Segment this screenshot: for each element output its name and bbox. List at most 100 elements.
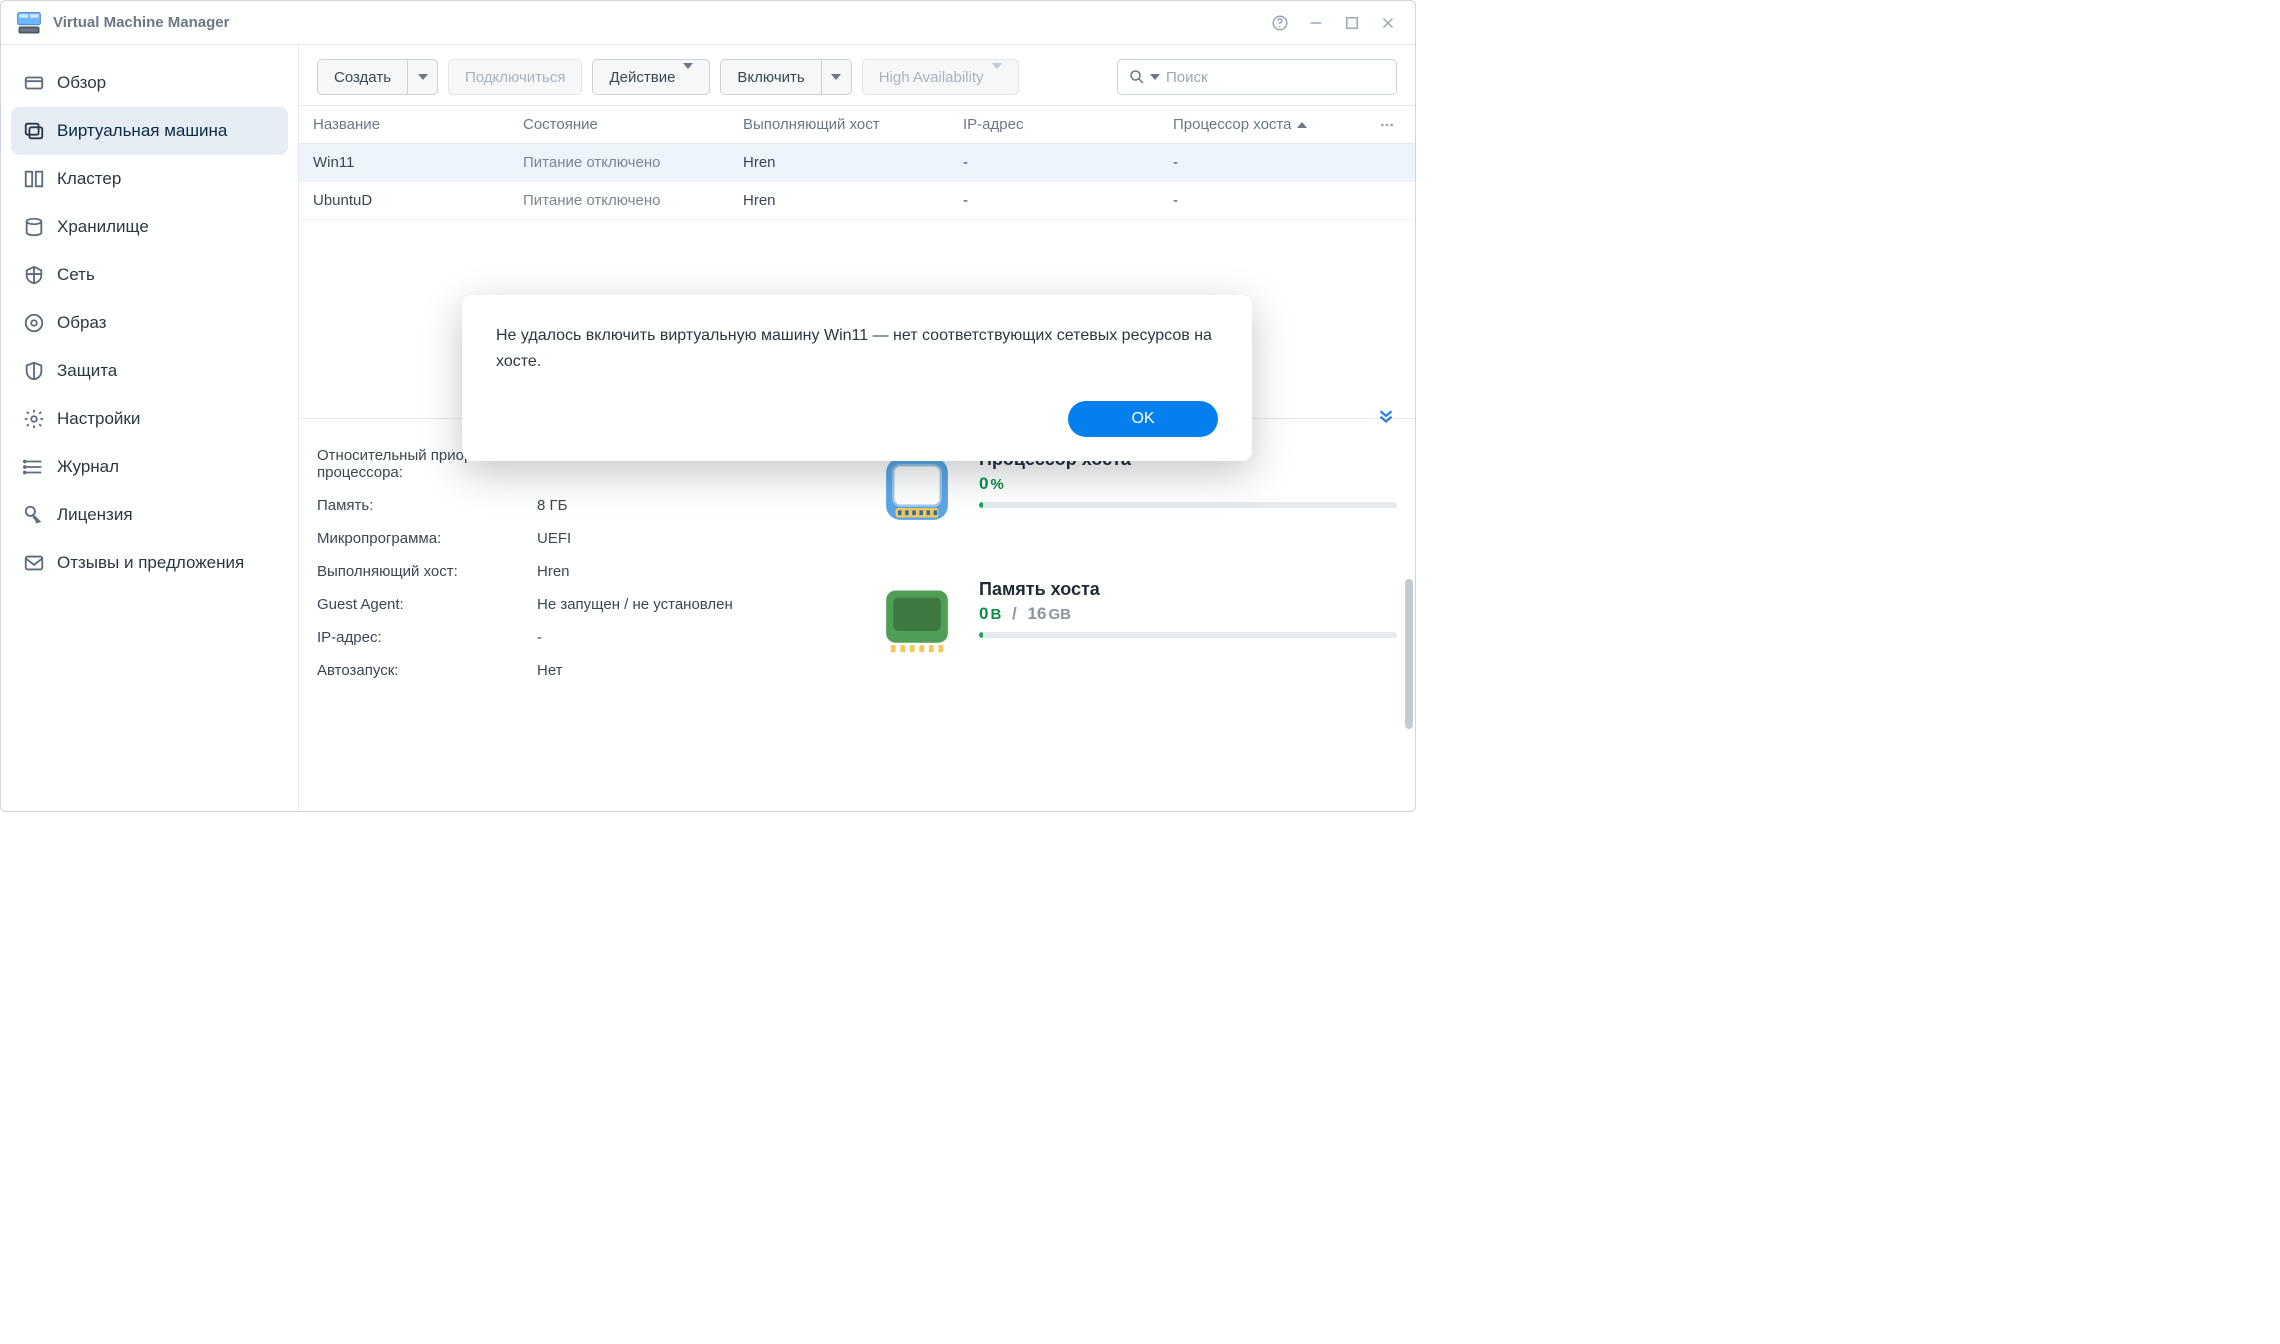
caret-down-icon — [992, 69, 1002, 86]
th-cpu-label: Процессор хоста — [1173, 116, 1291, 133]
sort-asc-icon — [1297, 122, 1307, 128]
sidebar: Обзор Виртуальная машина Кластер Хранили… — [1, 45, 299, 811]
create-button-group: Создать — [317, 59, 438, 95]
prop-key: Guest Agent: — [317, 596, 537, 613]
sidebar-item-overview[interactable]: Обзор — [11, 59, 288, 107]
cell-host: Hren — [743, 154, 963, 171]
vm-table: Название Состояние Выполняющий хост IP-а… — [299, 105, 1415, 220]
sidebar-item-virtual-machine[interactable]: Виртуальная машина — [11, 107, 288, 155]
th-cpu[interactable]: Процессор хоста — [1173, 116, 1373, 133]
memory-icon — [877, 579, 957, 659]
vm-properties: Относительный приоритет процессора:Обычн… — [317, 439, 837, 687]
prop-value: - — [537, 629, 837, 646]
sidebar-item-license[interactable]: Лицензия — [11, 491, 288, 539]
caret-down-icon — [683, 69, 693, 86]
stat-cpu: Процессор хоста 0% — [877, 449, 1397, 529]
sidebar-item-network[interactable]: Сеть — [11, 251, 288, 299]
prop-key: Память: — [317, 497, 537, 514]
prop-value: Hren — [537, 563, 837, 580]
ha-label: High Availability — [879, 69, 984, 86]
cell-cpu: - — [1173, 154, 1373, 171]
caret-down-icon — [418, 74, 428, 80]
scrollbar-thumb[interactable] — [1405, 579, 1413, 729]
app-title: Virtual Machine Manager — [53, 14, 229, 31]
table-row[interactable]: UbuntuD Питание отключено Hren - - — [299, 182, 1415, 220]
stat-progress — [979, 502, 1397, 508]
stat-label: Память хоста — [979, 579, 1397, 600]
main-panel: Создать Подключиться Действие Включить H… — [299, 45, 1415, 811]
poweron-dropdown-toggle[interactable] — [822, 59, 852, 95]
search-box[interactable] — [1117, 59, 1397, 95]
dialog-message: Не удалось включить виртуальную машину W… — [496, 323, 1218, 374]
vm-details-panel: Относительный приоритет процессора:Обычн… — [299, 418, 1415, 707]
create-dropdown-toggle[interactable] — [408, 59, 438, 95]
sidebar-item-label: Сеть — [57, 265, 95, 285]
app-window: Virtual Machine Manager Обзор Виртуальна… — [0, 0, 1416, 812]
sidebar-item-protection[interactable]: Защита — [11, 347, 288, 395]
poweron-button[interactable]: Включить — [720, 59, 821, 95]
cell-state: Питание отключено — [523, 154, 743, 171]
action-button[interactable]: Действие — [592, 59, 710, 95]
stat-progress — [979, 632, 1397, 638]
sidebar-item-label: Обзор — [57, 73, 106, 93]
table-columns-menu[interactable] — [1373, 117, 1401, 133]
help-button[interactable] — [1267, 10, 1293, 36]
prop-key: Выполняющий хост: — [317, 563, 537, 580]
sidebar-item-feedback[interactable]: Отзывы и предложения — [11, 539, 288, 587]
poweron-button-group: Включить — [720, 59, 851, 95]
th-name[interactable]: Название — [313, 116, 523, 133]
ha-button: High Availability — [862, 59, 1019, 95]
cell-ip: - — [963, 154, 1173, 171]
action-label: Действие — [609, 69, 675, 86]
stat-value: 0% — [979, 474, 1397, 494]
th-host[interactable]: Выполняющий хост — [743, 116, 963, 133]
stat-value: 0B / 16GB — [979, 604, 1397, 624]
prop-value: UEFI — [537, 530, 837, 547]
prop-value: 8 ГБ — [537, 497, 837, 514]
close-button[interactable] — [1375, 10, 1401, 36]
sidebar-item-log[interactable]: Журнал — [11, 443, 288, 491]
th-state[interactable]: Состояние — [523, 116, 743, 133]
th-ip[interactable]: IP-адрес — [963, 116, 1173, 133]
app-icon — [15, 9, 43, 37]
prop-key: Микропрограмма: — [317, 530, 537, 547]
connect-button: Подключиться — [448, 59, 582, 95]
sidebar-item-label: Виртуальная машина — [57, 121, 227, 141]
create-button[interactable]: Создать — [317, 59, 408, 95]
sidebar-item-label: Лицензия — [57, 505, 133, 525]
stat-memory: Память хоста 0B / 16GB — [877, 579, 1397, 659]
search-icon — [1128, 68, 1146, 86]
sidebar-item-cluster[interactable]: Кластер — [11, 155, 288, 203]
sidebar-item-label: Защита — [57, 361, 117, 381]
prop-key: IP-адрес: — [317, 629, 537, 646]
caret-down-icon — [831, 74, 841, 80]
minimize-button[interactable] — [1303, 10, 1329, 36]
search-input[interactable] — [1166, 69, 1386, 86]
cell-state: Питание отключено — [523, 192, 743, 209]
cell-ip: - — [963, 192, 1173, 209]
cell-name: Win11 — [313, 154, 523, 171]
table-row[interactable]: Win11 Питание отключено Hren - - — [299, 144, 1415, 182]
toolbar: Создать Подключиться Действие Включить H… — [299, 45, 1415, 105]
error-dialog: Не удалось включить виртуальную машину W… — [462, 295, 1252, 460]
sidebar-item-image[interactable]: Образ — [11, 299, 288, 347]
sidebar-item-label: Кластер — [57, 169, 121, 189]
sidebar-item-label: Настройки — [57, 409, 140, 429]
cpu-icon — [877, 449, 957, 529]
prop-value: Не запущен / не установлен — [537, 596, 837, 613]
titlebar: Virtual Machine Manager — [1, 1, 1415, 45]
maximize-button[interactable] — [1339, 10, 1365, 36]
vm-stats: Процессор хоста 0% Память хоста 0B — [877, 439, 1397, 687]
sidebar-item-label: Хранилище — [57, 217, 149, 237]
prop-key: Автозапуск: — [317, 662, 537, 679]
table-header: Название Состояние Выполняющий хост IP-а… — [299, 106, 1415, 144]
sidebar-item-label: Журнал — [57, 457, 119, 477]
sidebar-item-settings[interactable]: Настройки — [11, 395, 288, 443]
ok-button[interactable]: OK — [1068, 401, 1218, 437]
search-scope-caret-icon[interactable] — [1150, 74, 1160, 80]
sidebar-item-label: Отзывы и предложения — [57, 553, 244, 573]
cell-cpu: - — [1173, 192, 1373, 209]
cell-name: UbuntuD — [313, 192, 523, 209]
sidebar-item-storage[interactable]: Хранилище — [11, 203, 288, 251]
details-collapse-toggle[interactable] — [1371, 399, 1401, 429]
